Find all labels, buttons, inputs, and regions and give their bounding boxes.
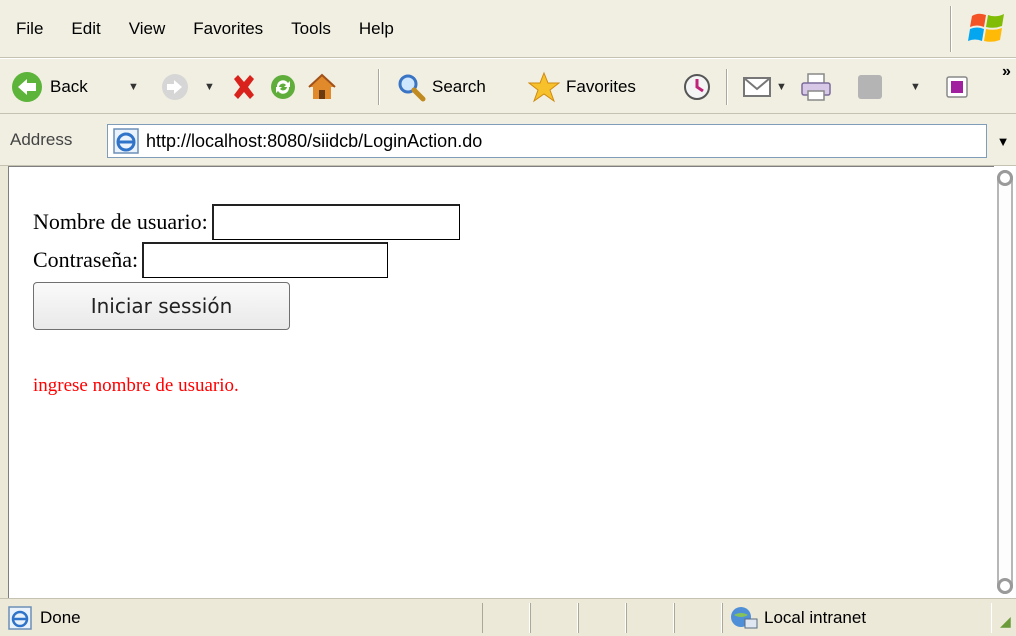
search-icon (398, 74, 426, 102)
chevron-down-icon: ▼ (128, 81, 139, 93)
printer-icon (801, 73, 831, 101)
edit-dropdown[interactable]: ▼ (910, 59, 921, 115)
history-button[interactable] (682, 59, 712, 115)
login-button[interactable]: Iniciar sessión (33, 282, 290, 330)
messenger-icon (946, 76, 968, 98)
status-cell (674, 603, 722, 633)
address-label: Address (10, 130, 73, 149)
home-icon (308, 73, 336, 99)
status-cell (578, 603, 626, 633)
status-cell (530, 603, 578, 633)
stop-button[interactable] (228, 59, 260, 115)
menu-favorites[interactable]: Favorites (179, 0, 277, 58)
back-dropdown[interactable]: ▼ (128, 59, 139, 115)
toolbar-separator (726, 69, 728, 105)
status-bar: Done Local intranet ◢ (0, 598, 1016, 636)
zone-label: Local intranet (764, 608, 867, 627)
refresh-icon (271, 75, 295, 99)
address-dropdown[interactable]: ▼ (990, 124, 1016, 158)
chevron-down-icon: ▼ (910, 81, 921, 93)
forward-button[interactable] (160, 59, 190, 115)
ie-page-icon (113, 128, 139, 154)
back-arrow-icon (12, 72, 42, 102)
username-row: Nombre de usuario: (33, 203, 460, 241)
chevron-down-icon: ▼ (996, 133, 1010, 149)
toolbar-more-chevron[interactable]: » (1002, 63, 1011, 81)
toolbar: Back ▼ ▼ Search Favorites ▼ ▼ » (0, 58, 1016, 114)
windows-logo-icon (968, 13, 1004, 42)
password-row: Contraseña: (33, 241, 460, 279)
scroll-down-knob[interactable] (997, 578, 1013, 594)
menu-separator (950, 6, 952, 52)
status-done: Done (8, 599, 81, 636)
chevron-down-icon: ▼ (204, 81, 215, 93)
search-label: Search (432, 77, 486, 96)
address-input[interactable]: http://localhost:8080/siidcb/LoginAction… (107, 124, 987, 158)
menu-tools[interactable]: Tools (277, 0, 345, 58)
history-clock-icon (684, 74, 710, 100)
scroll-track[interactable] (997, 170, 1013, 594)
edit-button[interactable] (856, 59, 884, 115)
security-zone: Local intranet (728, 599, 866, 636)
login-form: Nombre de usuario: Contraseña: Iniciar s… (33, 203, 460, 330)
favorites-label: Favorites (566, 77, 636, 96)
ie-page-icon (8, 606, 32, 630)
error-message: ingrese nombre de usuario. (33, 375, 239, 396)
address-url: http://localhost:8080/siidcb/LoginAction… (146, 130, 483, 151)
search-button[interactable]: Search (396, 59, 486, 115)
back-button[interactable]: Back (10, 59, 88, 115)
password-input[interactable] (142, 242, 389, 278)
menu-help[interactable]: Help (345, 0, 408, 58)
home-button[interactable] (306, 59, 338, 115)
username-input[interactable] (211, 204, 460, 240)
toolbar-separator (378, 69, 380, 105)
status-cell (482, 603, 530, 633)
edit-page-icon (858, 75, 882, 99)
resize-grip-icon[interactable]: ◢ (1000, 613, 1011, 630)
status-text: Done (40, 608, 81, 627)
page-content: Nombre de usuario: Contraseña: Iniciar s… (8, 166, 994, 598)
menu-view[interactable]: View (115, 0, 180, 58)
stop-x-icon (234, 75, 254, 99)
menu-edit[interactable]: Edit (57, 0, 114, 58)
menu-bar: File Edit View Favorites Tools Help (0, 0, 1016, 58)
status-cell (626, 603, 674, 633)
mail-icon (743, 77, 771, 97)
star-icon (528, 71, 560, 103)
username-label: Nombre de usuario: (33, 209, 208, 234)
print-button[interactable] (800, 59, 832, 115)
local-intranet-icon (731, 607, 758, 629)
address-bar: Address http://localhost:8080/siidcb/Log… (0, 114, 1016, 166)
vertical-scrollbar[interactable] (994, 166, 1016, 598)
scroll-up-knob[interactable] (997, 170, 1013, 186)
messenger-button[interactable] (944, 59, 970, 115)
mail-button[interactable]: ▼ (742, 59, 787, 115)
menu-file[interactable]: File (0, 0, 57, 58)
forward-dropdown[interactable]: ▼ (204, 59, 215, 115)
forward-arrow-icon (162, 74, 188, 100)
chevron-down-icon: ▼ (776, 81, 787, 93)
refresh-button[interactable] (268, 59, 298, 115)
password-label: Contraseña: (33, 247, 139, 272)
favorites-button[interactable]: Favorites (528, 59, 636, 115)
back-label: Back (50, 77, 88, 96)
